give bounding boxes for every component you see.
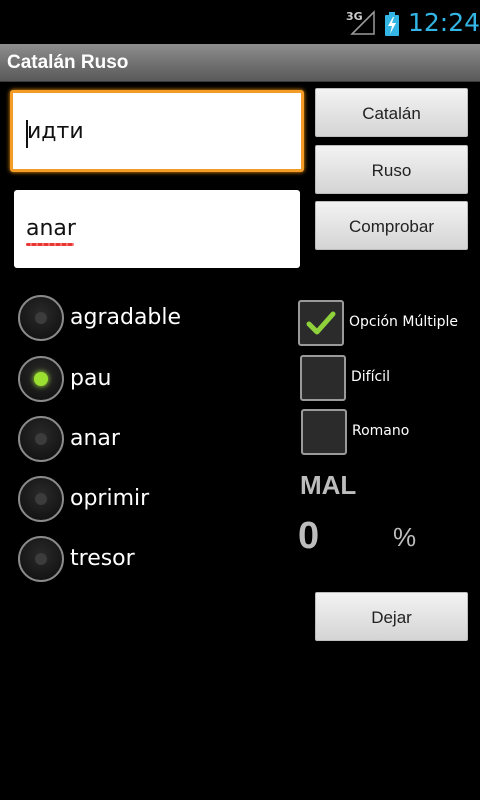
answer-input[interactable]: anar — [14, 190, 300, 268]
option-radio-agradable[interactable]: agradable — [18, 295, 268, 345]
radio-button[interactable] — [18, 295, 64, 341]
radio-button[interactable] — [18, 356, 64, 402]
score-value: 0 — [298, 515, 320, 557]
setting-label: Romano — [352, 423, 410, 439]
radio-dot-selected — [34, 372, 48, 386]
radio-dot — [35, 553, 47, 565]
signal-strength-icon — [350, 10, 375, 35]
setting-opcion-multiple[interactable]: Opción Múltiple — [298, 300, 478, 348]
answer-input-value: anar — [26, 216, 76, 241]
option-label: anar — [70, 426, 120, 451]
setting-label: Difícil — [351, 369, 390, 385]
checkmark-icon — [306, 311, 336, 335]
radio-button[interactable] — [18, 476, 64, 522]
radio-dot — [35, 493, 47, 505]
option-label: oprimir — [70, 486, 150, 511]
status-clock: 12:24 — [408, 8, 480, 37]
checkbox[interactable] — [301, 409, 347, 455]
setting-label: Opción Múltiple — [349, 314, 458, 330]
comprobar-button[interactable]: Comprobar — [315, 201, 468, 250]
radio-button[interactable] — [18, 536, 64, 582]
score-unit: % — [393, 522, 417, 552]
status-bar: 3G 12:24 — [0, 0, 480, 44]
catalan-button[interactable]: Catalán — [315, 88, 468, 137]
radio-dot — [35, 312, 47, 324]
option-label: tresor — [70, 546, 135, 571]
ruso-button[interactable]: Ruso — [315, 145, 468, 194]
option-radio-tresor[interactable]: tresor — [18, 536, 268, 586]
radio-dot — [35, 433, 47, 445]
dejar-button[interactable]: Dejar — [315, 592, 468, 641]
app-title: Catalán Ruso — [7, 52, 129, 73]
setting-dificil[interactable]: Difícil — [300, 355, 480, 403]
checkbox[interactable] — [300, 355, 346, 401]
option-radio-oprimir[interactable]: oprimir — [18, 476, 268, 526]
word-input[interactable]: идти — [10, 90, 304, 172]
result-status: MAL — [300, 470, 357, 500]
checkbox[interactable] — [298, 300, 344, 346]
option-radio-anar[interactable]: anar — [18, 416, 268, 466]
radio-button[interactable] — [18, 416, 64, 462]
option-label: pau — [70, 366, 112, 391]
option-radio-pau[interactable]: pau — [18, 356, 268, 406]
option-label: agradable — [70, 305, 182, 330]
app-title-bar: Catalán Ruso — [0, 44, 480, 82]
setting-romano[interactable]: Romano — [301, 409, 480, 457]
spellcheck-underline — [26, 243, 74, 246]
word-input-value: идти — [27, 119, 84, 144]
battery-charging-icon — [385, 12, 399, 36]
